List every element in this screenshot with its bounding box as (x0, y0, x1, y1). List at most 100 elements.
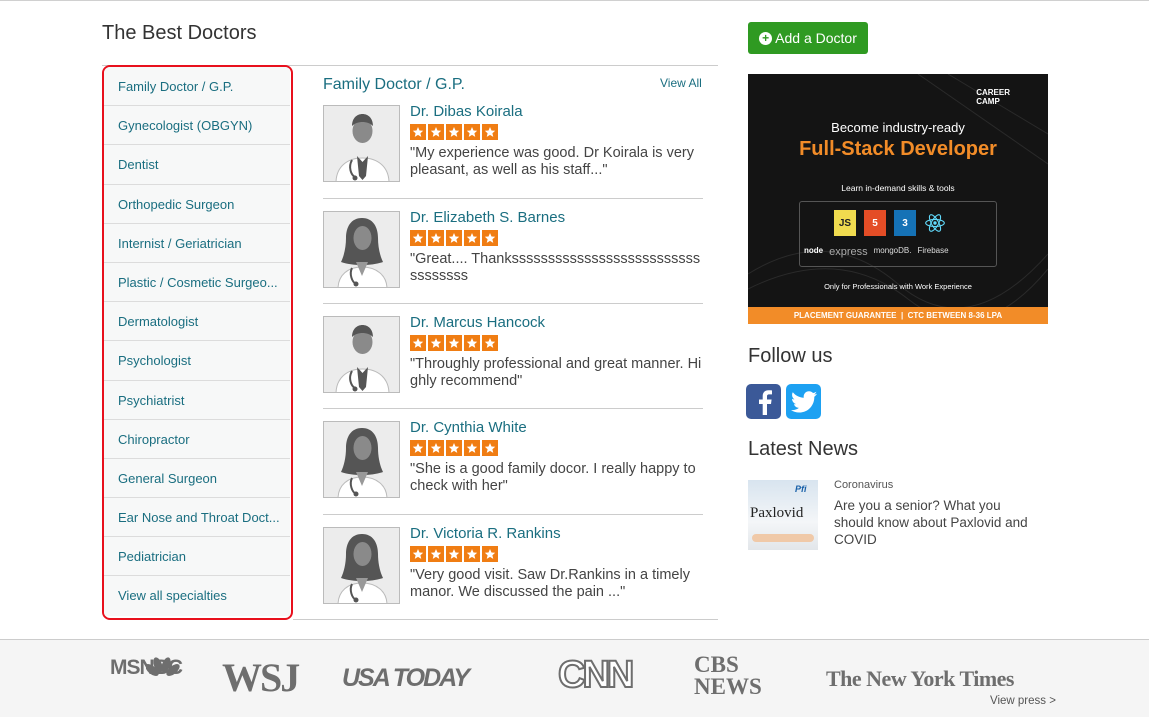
doctor-card: Dr. Victoria R. Rankins "Very good visit.… (323, 525, 703, 623)
star-icon (410, 440, 426, 456)
sidebar-item-1[interactable]: Gynecologist (OBGYN) (104, 106, 290, 146)
javascript-icon: JS (834, 210, 856, 236)
star-icon (482, 124, 498, 140)
doctor-review: "My experience was good. Dr Koirala is v… (410, 145, 694, 178)
star-icon (410, 335, 426, 351)
ad-subtitle: Learn in-demand skills & tools (841, 183, 955, 193)
rating-stars (410, 546, 498, 562)
star-icon (464, 230, 480, 246)
doctor-card: Dr. Dibas Koirala "My experience was good… (323, 103, 703, 201)
news-headline[interactable]: Are you a senior? What you should know a… (834, 497, 1039, 548)
sidebar-item-2[interactable]: Dentist (104, 145, 290, 185)
sidebar-item-10[interactable]: General Surgeon (104, 458, 290, 499)
star-icon (464, 335, 480, 351)
sidebar-item-11[interactable]: Ear Nose and Throat Doct... (104, 498, 290, 538)
doctor-divider (323, 514, 703, 515)
nyt-logo: The New York Times (826, 666, 1015, 691)
rating-stars (410, 440, 498, 456)
rating-stars (410, 230, 498, 246)
plus-circle-icon: + (759, 31, 773, 45)
ad-headline: Become industry-ready (831, 120, 965, 135)
advertisement-banner[interactable]: CAREER CAMP Become industry-ready Full-S… (748, 74, 1048, 324)
doctor-name[interactable]: Dr. Elizabeth S. Barnes (410, 209, 565, 226)
news-category: Coronavirus (834, 479, 894, 491)
doctor-name[interactable]: Dr. Marcus Hancock (410, 314, 545, 331)
doctor-name[interactable]: Dr. Dibas Koirala (410, 103, 523, 120)
ad-title: Full-Stack Developer (799, 138, 997, 160)
press-footer: MSNBC WSJ USA TODAY CNN CBS NEWS The New… (0, 639, 1149, 717)
sidebar-item-6[interactable]: Dermatologist (104, 302, 290, 342)
star-icon (428, 546, 444, 562)
doctor-name[interactable]: Dr. Victoria R. Rankins (410, 525, 561, 542)
nodejs-icon: node (804, 246, 824, 255)
doctor-avatar[interactable] (323, 211, 400, 288)
star-icon (410, 546, 426, 562)
doctor-avatar[interactable] (323, 421, 400, 498)
sidebar-item-13[interactable]: View all specialties (104, 576, 290, 616)
view-all-link[interactable]: View All (660, 76, 702, 90)
rating-stars (410, 335, 498, 351)
sidebar-item-5[interactable]: Plastic / Cosmetic Surgeo... (104, 262, 290, 303)
ad-footer: PLACEMENT GUARANTEE | CTC BETWEEN 8-36 L… (748, 307, 1048, 324)
star-icon (446, 440, 462, 456)
css3-icon: 3 (894, 210, 916, 236)
doctor-card: Dr. Marcus Hancock "Throughly professiona… (323, 314, 703, 412)
star-icon (428, 124, 444, 140)
star-icon (428, 440, 444, 456)
sidebar-item-8[interactable]: Psychiatrist (104, 380, 290, 420)
cbs-news-logo: CBS NEWS (694, 652, 762, 699)
doctor-review: "Great.... Thankssssssssssssssssssssssss… (410, 251, 701, 284)
star-icon (446, 335, 462, 351)
doctor-divider (323, 303, 703, 304)
doctor-review: "Throughly professional and great manner… (410, 356, 702, 389)
html5-icon: 5 (864, 210, 886, 236)
star-icon (446, 124, 462, 140)
usa-today-logo: USA TODAY (342, 664, 470, 692)
star-icon (464, 546, 480, 562)
star-icon (464, 440, 480, 456)
sidebar-item-0[interactable]: Family Doctor / G.P. (104, 67, 290, 107)
doctor-avatar[interactable] (323, 527, 400, 604)
doctor-review: "Very good visit. Saw Dr.Rankins in a ti… (410, 567, 690, 600)
rating-stars (410, 124, 498, 140)
express-icon: express (829, 246, 868, 258)
doctor-review: "She is a good family docor. I really ha… (410, 461, 696, 494)
doctor-avatar[interactable] (323, 316, 400, 393)
doctor-card: Dr. Cynthia White "She is a good family d… (323, 419, 703, 517)
star-icon (482, 546, 498, 562)
twitter-icon[interactable] (786, 384, 821, 419)
view-press-link[interactable]: View press > (990, 695, 1056, 707)
star-icon (482, 440, 498, 456)
news-thumb-label: Paxlovid (750, 505, 804, 521)
follow-us-title: Follow us (748, 345, 833, 367)
ad-note: Only for Professionals with Work Experie… (824, 282, 972, 291)
doctor-name[interactable]: Dr. Cynthia White (410, 419, 527, 436)
ad-brand-logo: CAREER CAMP (976, 88, 1010, 106)
wsj-logo: WSJ (222, 655, 300, 700)
firebase-icon: Firebase (917, 246, 949, 255)
mongodb-icon: mongoDB. (873, 246, 912, 255)
star-icon (464, 124, 480, 140)
star-icon (410, 124, 426, 140)
add-doctor-button[interactable]: + Add a Doctor (748, 22, 868, 54)
cnn-logo: CNN (557, 653, 635, 697)
top-divider (0, 0, 1149, 2)
ad-stack-list: node express mongoDB. Firebase (804, 246, 994, 258)
facebook-icon[interactable] (746, 384, 781, 419)
specialty-sidebar: Family Doctor / G.P. Gynecologist (OBGYN)… (102, 65, 293, 620)
sidebar-item-9[interactable]: Chiropractor (104, 419, 290, 459)
doctor-avatar[interactable] (323, 105, 400, 182)
sidebar-item-12[interactable]: Pediatrician (104, 537, 290, 577)
sidebar-item-3[interactable]: Orthopedic Surgeon (104, 184, 290, 224)
latest-news-title: Latest News (748, 438, 859, 460)
doctor-divider (323, 198, 703, 199)
star-icon (446, 546, 462, 562)
sidebar-item-4[interactable]: Internist / Geriatrician (104, 223, 290, 263)
sidebar-item-7[interactable]: Psychologist (104, 341, 290, 381)
star-icon (428, 230, 444, 246)
star-icon (482, 230, 498, 246)
doctor-divider (323, 408, 703, 409)
news-thumbnail[interactable]: Pfi Paxlovid (748, 480, 818, 550)
peacock-icon (146, 657, 180, 676)
list-divider (293, 619, 718, 620)
